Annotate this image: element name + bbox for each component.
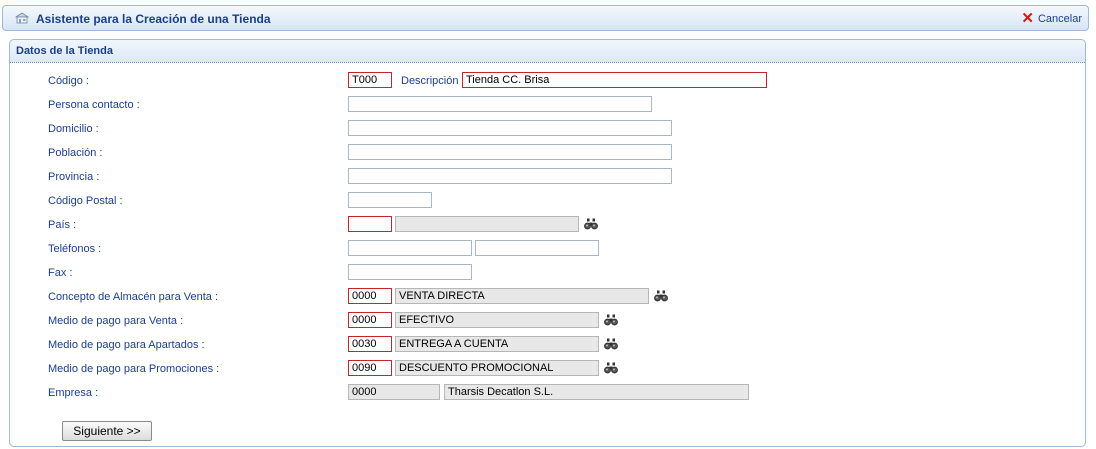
binoculars-icon[interactable] bbox=[584, 218, 598, 230]
store-icon bbox=[15, 12, 29, 24]
fax-field[interactable] bbox=[348, 264, 472, 280]
fax-label: Fax : bbox=[48, 267, 73, 279]
medio-pago-venta-name-field: EFECTIVO bbox=[395, 312, 599, 328]
cancel-label: Cancelar bbox=[1037, 13, 1082, 25]
medio-pago-venta-code-field[interactable]: 0000 bbox=[348, 312, 392, 328]
binoculars-icon[interactable] bbox=[604, 362, 618, 374]
descripcion-label: Descripción : bbox=[401, 75, 465, 87]
poblacion-field[interactable] bbox=[348, 144, 672, 160]
domicilio-field[interactable] bbox=[348, 120, 672, 136]
wizard-title: Asistente para la Creación de una Tienda bbox=[36, 12, 271, 26]
medio-pago-apartados-name-field: ENTREGA A CUENTA bbox=[395, 336, 599, 352]
medio-pago-apartados-code-field[interactable]: 0030 bbox=[348, 336, 392, 352]
binoculars-icon[interactable] bbox=[604, 338, 618, 350]
close-icon: ✕ bbox=[1021, 10, 1034, 27]
medio-pago-promociones-name-field: DESCUENTO PROMOCIONAL bbox=[395, 360, 599, 376]
poblacion-label: Población : bbox=[48, 147, 103, 159]
codigo-postal-field[interactable] bbox=[348, 192, 432, 208]
pais-name-field bbox=[395, 216, 579, 232]
binoculars-icon[interactable] bbox=[654, 290, 668, 302]
persona-contacto-label: Persona contacto : bbox=[48, 99, 140, 111]
descripcion-field[interactable]: Tienda CC. Brisa bbox=[462, 72, 767, 88]
telefono-1-field[interactable] bbox=[348, 240, 472, 256]
section-title: Datos de la Tienda bbox=[16, 45, 113, 57]
wizard-title-bar: Asistente para la Creación de una Tienda… bbox=[2, 5, 1089, 31]
empresa-label: Empresa : bbox=[48, 387, 99, 399]
medio-pago-promociones-label: Medio de pago para Promociones : bbox=[48, 363, 220, 375]
provincia-label: Provincia : bbox=[48, 171, 100, 183]
cancel-button[interactable]: ✕ Cancelar bbox=[1021, 11, 1082, 27]
telefono-2-field[interactable] bbox=[475, 240, 599, 256]
concepto-almacen-label: Concepto de Almacén para Venta : bbox=[48, 291, 219, 303]
provincia-field[interactable] bbox=[348, 168, 672, 184]
pais-code-field[interactable] bbox=[348, 216, 392, 232]
binoculars-icon[interactable] bbox=[604, 314, 618, 326]
telefonos-label: Teléfonos : bbox=[48, 243, 102, 255]
codigo-field[interactable]: T000 bbox=[348, 72, 392, 88]
codigo-label: Código : bbox=[48, 75, 89, 87]
empresa-name-field: Tharsis Decatlon S.L. bbox=[444, 384, 749, 400]
persona-contacto-field[interactable] bbox=[348, 96, 652, 112]
concepto-almacen-name-field: VENTA DIRECTA bbox=[395, 288, 649, 304]
medio-pago-venta-label: Medio de pago para Venta : bbox=[48, 315, 184, 327]
empresa-code-field: 0000 bbox=[348, 384, 440, 400]
domicilio-label: Domicilio : bbox=[48, 123, 99, 135]
medio-pago-promociones-code-field[interactable]: 0090 bbox=[348, 360, 392, 376]
panel-header: Datos de la Tienda bbox=[10, 40, 1085, 63]
concepto-almacen-code-field[interactable]: 0000 bbox=[348, 288, 392, 304]
next-button[interactable]: Siguiente >> bbox=[62, 421, 152, 441]
codigo-postal-label: Código Postal : bbox=[48, 195, 123, 207]
pais-label: País : bbox=[48, 219, 77, 231]
medio-pago-apartados-label: Medio de pago para Apartados : bbox=[48, 339, 205, 351]
